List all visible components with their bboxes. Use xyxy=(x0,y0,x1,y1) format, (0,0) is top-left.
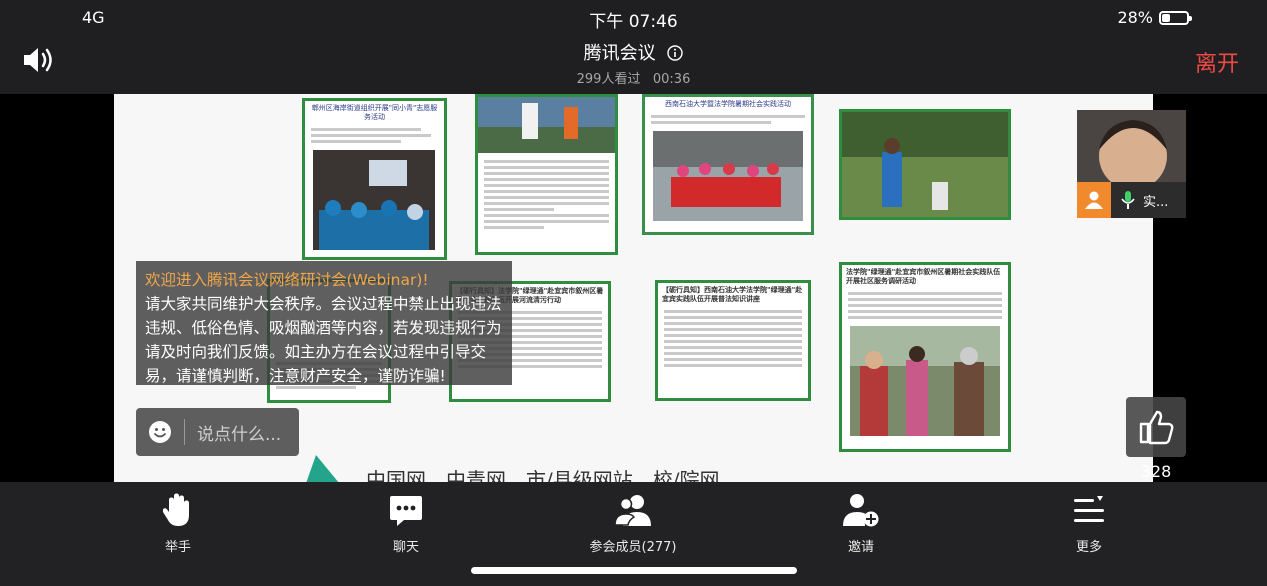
news-heading: 【砺行具知】西南石油大学法学院"绿理通"赴宜宾实践队伍开展普法知识讲座 xyxy=(662,286,803,303)
meeting-title-text: 腾讯会议 xyxy=(583,43,656,64)
news-screenshot xyxy=(839,109,1011,220)
home-indicator[interactable] xyxy=(471,567,797,574)
raise-hand-label: 举手 xyxy=(164,540,191,555)
viewer-count: 299人看过 xyxy=(576,72,641,87)
chat-button[interactable]: 聊天 xyxy=(336,492,476,555)
members-button[interactable]: 参会成员(277) xyxy=(563,492,703,555)
slide-caption: 中国网、中青网、市/县级网站、校/院网 xyxy=(366,468,720,482)
status-bar: 4G 下午 07:46 28% xyxy=(0,0,1267,34)
meeting-title[interactable]: 腾讯会议 xyxy=(0,39,1267,65)
add-user-icon xyxy=(843,494,879,527)
emoji-icon[interactable] xyxy=(148,420,172,444)
comment-input[interactable]: 说点什么... xyxy=(136,408,299,456)
invite-button[interactable]: 邀请 xyxy=(791,492,931,555)
presenter-video[interactable]: 实... xyxy=(1077,110,1186,218)
clock: 下午 07:46 xyxy=(589,12,678,32)
notice-body: 请大家共同维护大会秩序。会议过程中禁止出现违法违规、低俗色情、吸烟酗酒等内容，若… xyxy=(145,295,502,385)
news-screenshot xyxy=(475,94,618,255)
photo-cleanup xyxy=(478,97,615,153)
webinar-notice: 欢迎进入腾讯会议网络研讨会(Webinar)! 请大家共同维护大会秩序。会议过程… xyxy=(136,261,512,385)
hand-icon xyxy=(163,493,189,526)
meeting-duration: 00:36 xyxy=(652,72,691,87)
leave-button[interactable]: 离开 xyxy=(1195,46,1239,78)
meeting-stats: 299人看过 00:36 xyxy=(0,68,1267,87)
slide-arrow-icon xyxy=(306,455,339,482)
photo-park-volunteer xyxy=(842,112,1008,217)
chat-icon xyxy=(390,496,422,526)
notice-title: 欢迎进入腾讯会议网络研讨会(Webinar)! xyxy=(145,271,429,289)
meeting-header: 腾讯会议 299人看过 00:36 离开 xyxy=(0,34,1267,94)
members-icon xyxy=(614,495,651,526)
battery-indicator: 28% xyxy=(1117,8,1192,27)
news-heading: 西南石油大学暨法学院暑期社会实践活动 xyxy=(665,100,791,108)
photo-classroom xyxy=(313,150,435,250)
news-screenshot: 西南石油大学暨法学院暑期社会实践活动 xyxy=(642,94,814,235)
presenter-name: 实... xyxy=(1143,194,1169,210)
chat-label: 聊天 xyxy=(392,540,419,555)
news-heading: 法学院"绿理通"赴宜宾市叙州区暑期社会实践队伍开展社区服务调研活动 xyxy=(846,268,1001,285)
battery-percent: 28% xyxy=(1117,8,1153,27)
more-label: 更多 xyxy=(1075,540,1102,555)
raise-hand-button[interactable]: 举手 xyxy=(108,492,248,555)
news-screenshot: 郫州区海岸街道组织开展"同小青"志愿服务活动 xyxy=(302,98,447,260)
thumbs-up-icon xyxy=(1139,410,1174,445)
battery-icon xyxy=(1159,10,1192,25)
person-icon xyxy=(1077,182,1111,218)
like-button[interactable] xyxy=(1126,397,1186,457)
menu-icon xyxy=(1074,496,1104,522)
photo-community-visit xyxy=(850,326,1000,436)
news-screenshot: 法学院"绿理通"赴宜宾市叙州区暑期社会实践队伍开展社区服务调研活动 xyxy=(839,262,1011,452)
invite-label: 邀请 xyxy=(847,540,874,555)
presenter-info-bar: 实... xyxy=(1077,182,1186,218)
info-icon[interactable] xyxy=(667,45,684,61)
comment-placeholder: 说点什么... xyxy=(197,424,282,445)
mic-icon xyxy=(1121,191,1135,209)
members-label: 参会成员(277) xyxy=(589,540,677,555)
photo-group-banner xyxy=(653,131,803,221)
more-button[interactable]: 更多 xyxy=(1019,492,1159,555)
presenter-avatar xyxy=(1077,110,1186,190)
news-screenshot: 【砺行具知】西南石油大学法学院"绿理通"赴宜宾实践队伍开展普法知识讲座 xyxy=(655,280,811,401)
like-count: 328 xyxy=(1140,462,1172,481)
news-heading: 郫州区海岸街道组织开展"同小青"志愿服务活动 xyxy=(311,104,438,121)
